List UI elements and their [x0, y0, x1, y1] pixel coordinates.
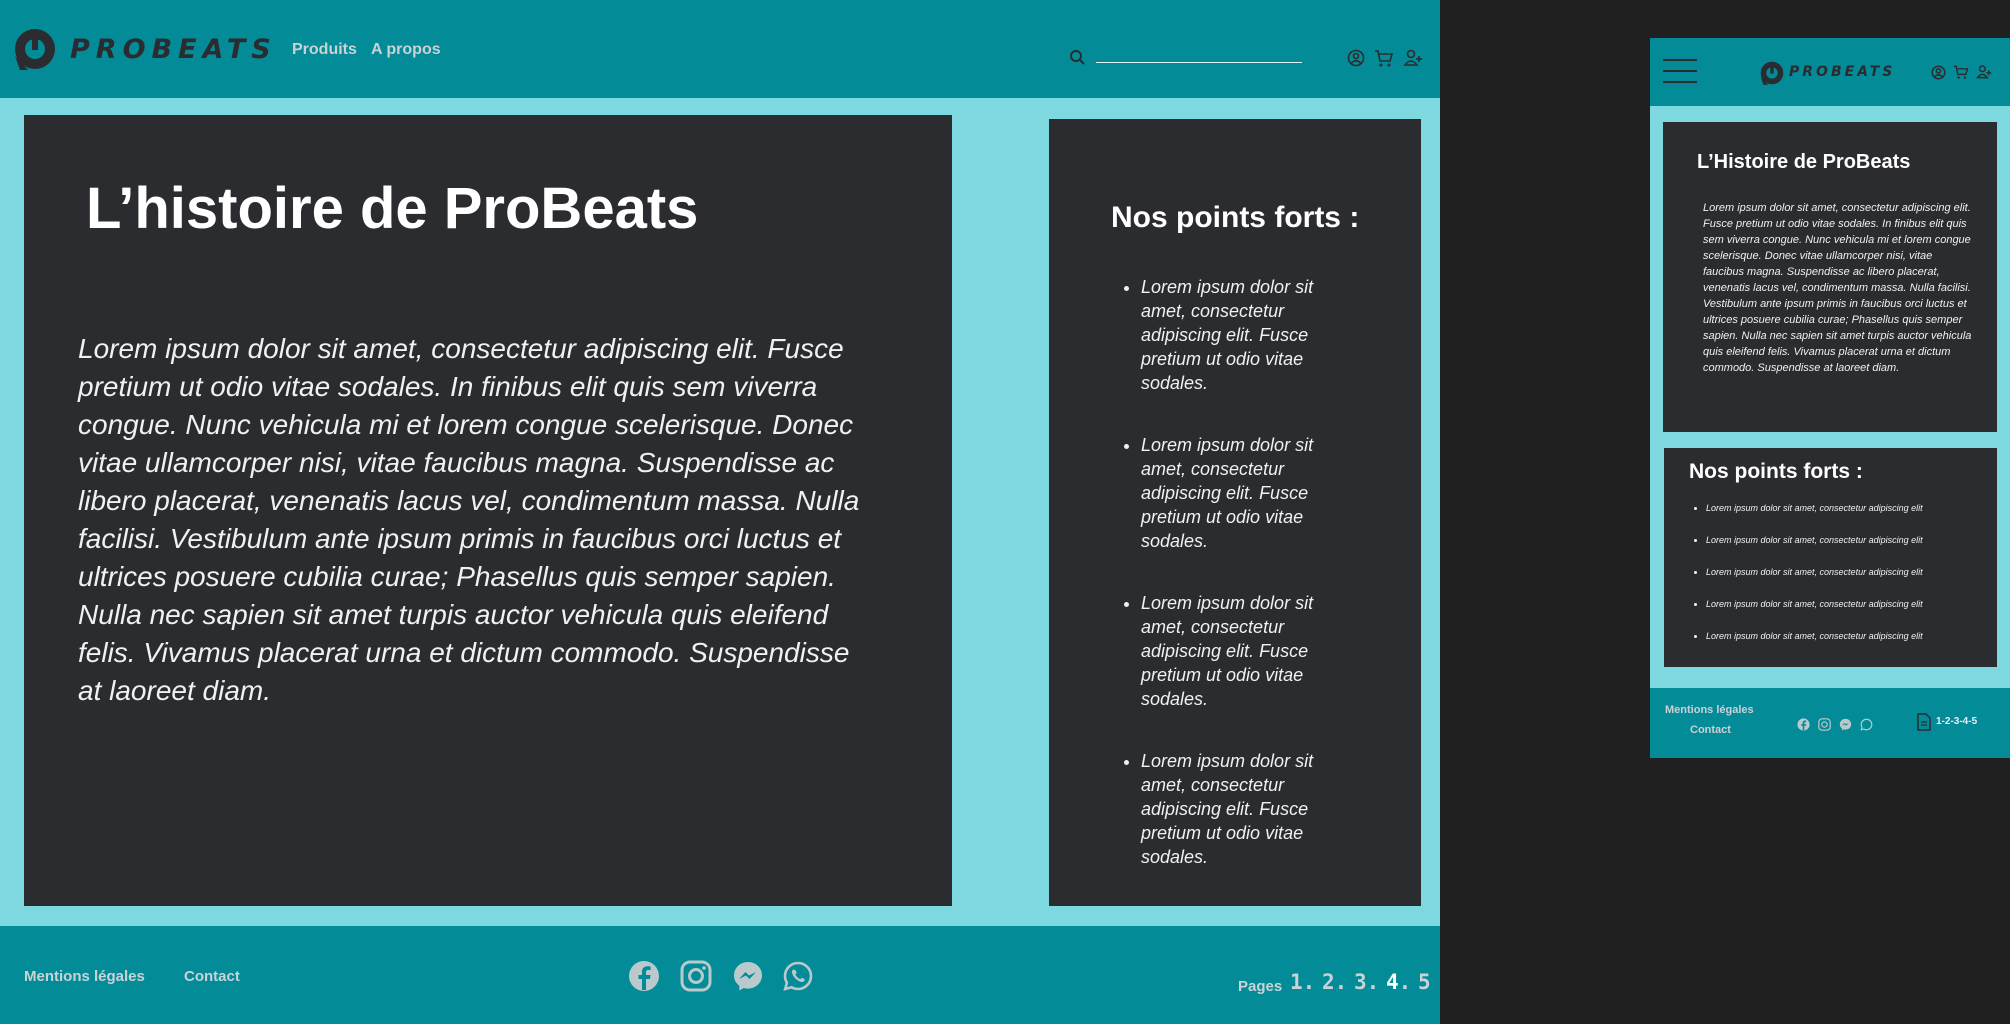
logo-icon[interactable]: [12, 26, 58, 76]
nav-a-propos[interactable]: A propos: [371, 41, 441, 59]
nav-produits[interactable]: Produits: [292, 41, 357, 59]
pages-label: Pages: [1238, 978, 1283, 995]
list-item: Lorem ipsum dolor sit amet, consectetur …: [1141, 275, 1351, 395]
user-icon[interactable]: [1931, 65, 1946, 84]
mobile-title: L’Histoire de ProBeats: [1697, 151, 1911, 173]
facebook-icon[interactable]: [1797, 716, 1810, 735]
list-item: Lorem ipsum dolor sit amet, consectetur …: [1706, 598, 1991, 610]
brand-name[interactable]: PROBEATS: [1789, 64, 1895, 80]
desktop-content-area: L’histoire de ProBeats Lorem ipsum dolor…: [0, 98, 1440, 926]
search-input[interactable]: [1096, 44, 1302, 63]
page-3[interactable]: 3: [1354, 970, 1367, 994]
whatsapp-icon[interactable]: [1860, 716, 1873, 735]
cart-icon[interactable]: [1953, 64, 1969, 84]
mobile-article: L’Histoire de ProBeats Lorem ipsum dolor…: [1663, 122, 1997, 432]
strengths-title: Nos points forts :: [1111, 201, 1360, 234]
instagram-icon[interactable]: [680, 960, 712, 996]
mobile-frame: PROBEATS L’Histoire de ProBeats Lorem ip…: [1650, 38, 2010, 758]
contact-link[interactable]: Contact: [184, 968, 240, 985]
mobile-strengths-list: Lorem ipsum dolor sit amet, consectetur …: [1706, 502, 1991, 662]
brand-name[interactable]: PROBEATS: [70, 34, 277, 65]
list-item: Lorem ipsum dolor sit amet, consectetur …: [1141, 433, 1351, 553]
instagram-icon[interactable]: [1818, 716, 1831, 735]
whatsapp-icon[interactable]: [782, 960, 814, 996]
page-4-current[interactable]: 4: [1386, 970, 1399, 994]
user-icon[interactable]: [1347, 49, 1365, 71]
strengths-panel: Nos points forts : Lorem ipsum dolor sit…: [1049, 119, 1421, 906]
mobile-strengths-title: Nos points forts :: [1689, 460, 1863, 483]
main-article: L’histoire de ProBeats Lorem ipsum dolor…: [24, 115, 952, 906]
account-icon[interactable]: [1403, 48, 1423, 72]
mobile-footer: Mentions légales Contact 1-2-3-4-5: [1650, 688, 2010, 758]
article-body: Lorem ipsum dolor sit amet, consectetur …: [78, 333, 860, 706]
page-2[interactable]: 2: [1322, 970, 1335, 994]
list-item: Lorem ipsum dolor sit amet, consectetur …: [1706, 534, 1991, 546]
messenger-icon[interactable]: [732, 960, 764, 996]
document-icon[interactable]: [1917, 713, 1931, 735]
list-item: Lorem ipsum dolor sit amet, consectetur …: [1706, 566, 1991, 578]
list-item: Lorem ipsum dolor sit amet, consectetur …: [1706, 502, 1991, 514]
list-item: Lorem ipsum dolor sit amet, consectetur …: [1141, 591, 1351, 711]
menu-icon[interactable]: [1663, 58, 1697, 88]
messenger-icon[interactable]: [1839, 716, 1852, 735]
legal-link[interactable]: Mentions légales: [24, 968, 145, 985]
legal-link[interactable]: Mentions légales: [1665, 704, 1754, 716]
page-5[interactable]: 5: [1418, 970, 1431, 994]
logo-icon[interactable]: [1759, 60, 1785, 90]
search-icon[interactable]: [1069, 49, 1085, 69]
desktop-footer: Mentions légales Contact Pages 1. 2. 3. …: [0, 926, 1440, 1024]
mobile-body: Lorem ipsum dolor sit amet, consectetur …: [1703, 202, 1972, 374]
strengths-list: Lorem ipsum dolor sit amet, consectetur …: [1141, 275, 1351, 907]
cart-icon[interactable]: [1374, 48, 1394, 72]
list-item: Lorem ipsum dolor sit amet, consectetur …: [1706, 630, 1991, 642]
mobile-header: PROBEATS: [1650, 38, 2010, 106]
facebook-icon[interactable]: [628, 960, 660, 996]
mobile-pagination[interactable]: 1-2-3-4-5: [1936, 716, 1977, 727]
mobile-strengths: Nos points forts : Lorem ipsum dolor sit…: [1664, 448, 1997, 667]
pagination: 1. 2. 3. 4. 5: [1290, 970, 1431, 994]
contact-link[interactable]: Contact: [1690, 724, 1731, 736]
page-1[interactable]: 1: [1290, 970, 1303, 994]
list-item: Lorem ipsum dolor sit amet, consectetur …: [1141, 749, 1351, 869]
account-icon[interactable]: [1976, 64, 1992, 84]
page-title: L’histoire de ProBeats: [86, 176, 699, 241]
desktop-header: PROBEATS Produits A propos: [0, 0, 1440, 98]
